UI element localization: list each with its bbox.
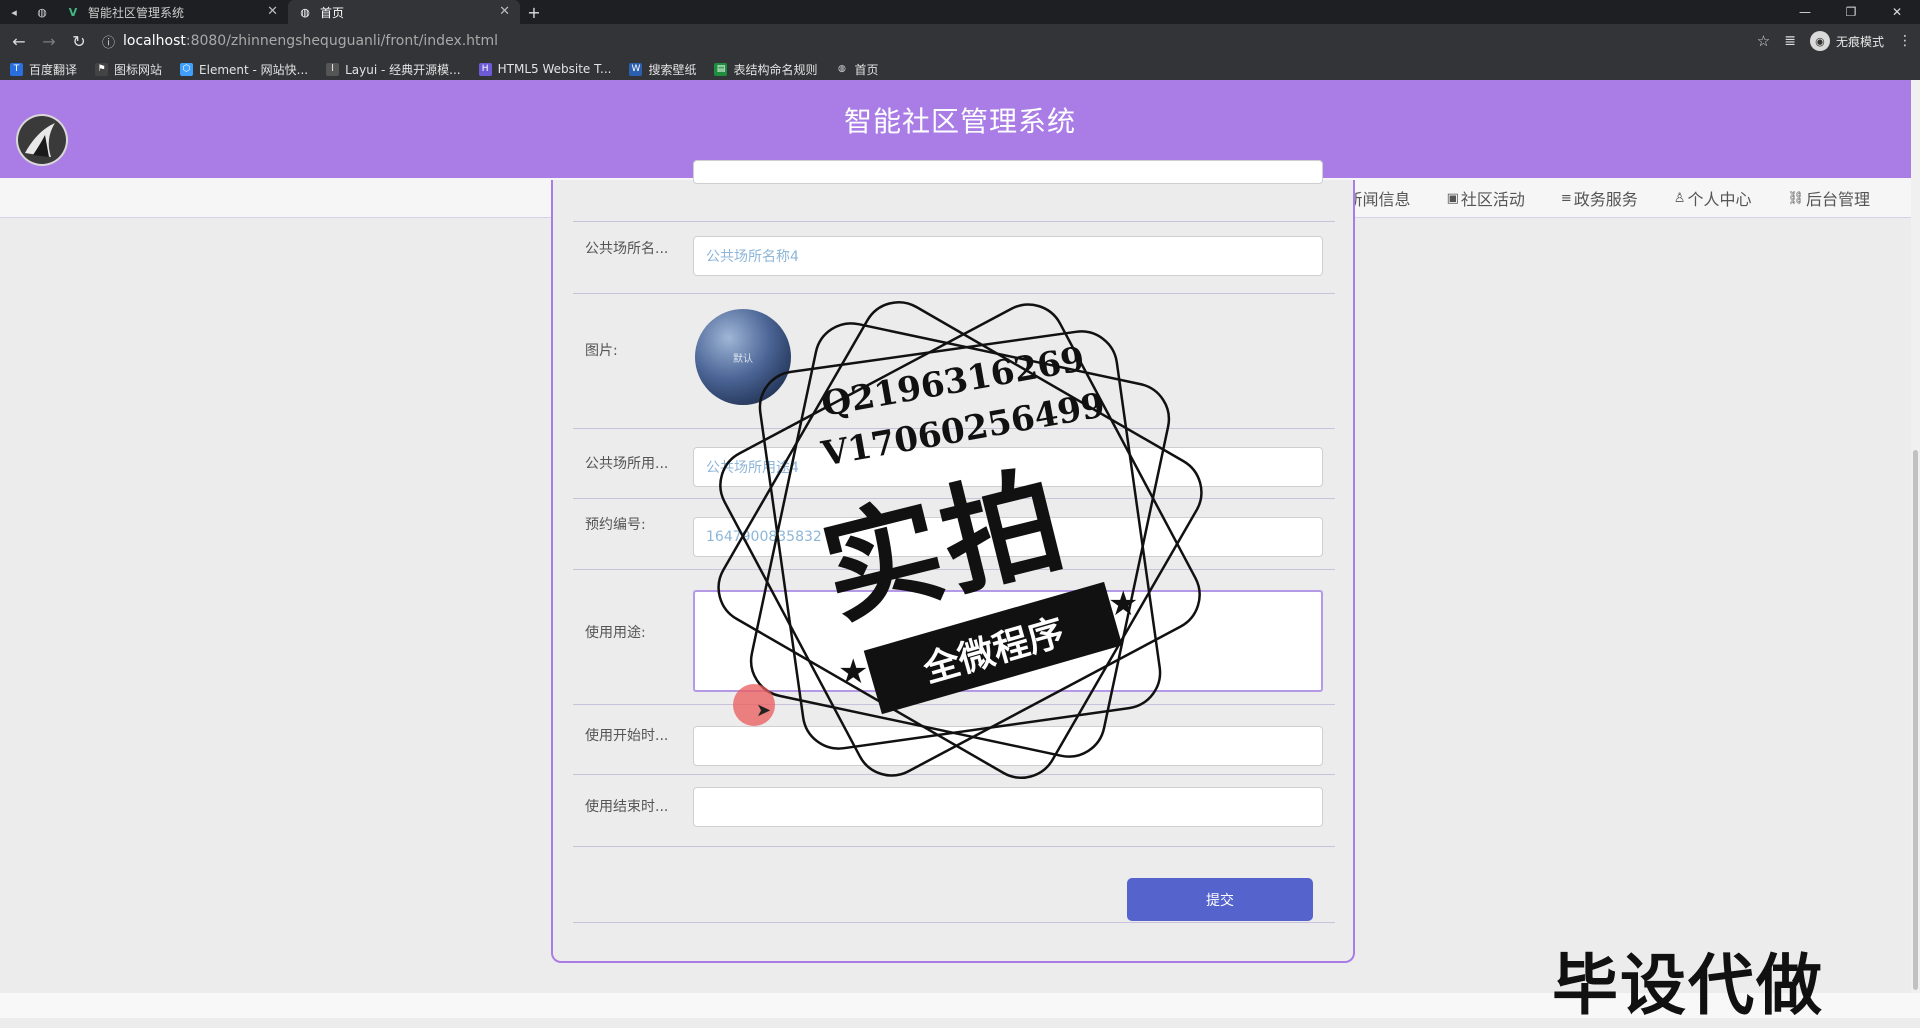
menu-item[interactable]: ▣ 社区活动 — [1435, 180, 1537, 216]
menu-item-label: 新闻信息 — [1346, 190, 1411, 209]
star-icon[interactable]: ☆ — [1757, 32, 1770, 50]
new-tab-button[interactable]: + — [520, 0, 548, 24]
place-name-input[interactable]: 公共场所名称4 — [693, 236, 1323, 276]
menu-item-label: 社区活动 — [1460, 190, 1525, 209]
globe-icon: ◍ — [37, 5, 47, 19]
submit-button[interactable]: 提交 — [1127, 878, 1313, 921]
url-path: :8080/zhinnengshequguanli/front/index.ht… — [185, 33, 499, 49]
user-icon: ♙ — [1673, 190, 1686, 206]
star-icon: ★ — [838, 652, 869, 692]
audio-tab[interactable]: ◂ — [0, 0, 28, 24]
reading-list-icon[interactable]: ≣ — [1784, 33, 1796, 49]
sliders-icon: ≡ — [1560, 190, 1572, 206]
vue-icon: V — [68, 5, 78, 19]
url-field[interactable]: ⓘ localhost:8080/zhinnengshequguanli/fro… — [102, 32, 498, 51]
forward-icon[interactable]: → — [34, 32, 64, 51]
speaker-icon: ◂ — [11, 5, 17, 19]
info-icon[interactable]: ⓘ — [102, 32, 115, 51]
end-time-label: 使用结束时... — [585, 799, 669, 815]
calendar-icon: ▣ — [1446, 190, 1459, 206]
globe-icon: ◍ — [838, 64, 846, 74]
translate-icon: T — [10, 62, 23, 76]
close-icon[interactable]: ✕ — [499, 4, 510, 19]
layui-icon: l — [326, 62, 340, 76]
incognito-badge[interactable]: ◉ 无痕模式 — [1809, 31, 1884, 51]
globe-tab[interactable]: ◍ — [28, 0, 56, 24]
address-bar: ← → ↻ ⓘ localhost:8080/zhinnengshequguan… — [0, 24, 1920, 58]
form-row-top — [573, 160, 1335, 222]
bookmark-item[interactable]: W 搜索壁纸 — [629, 61, 696, 78]
site-title: 智能社区管理系统 — [843, 105, 1076, 138]
scrollbar-thumb[interactable] — [1913, 450, 1918, 990]
booking-no-label: 预约编号: — [585, 517, 646, 533]
menu-item[interactable]: ≡ 政务服务 — [1549, 180, 1650, 216]
tab-home[interactable]: ◍ 首页 ✕ — [288, 0, 520, 24]
tab-title: 智能社区管理系统 — [88, 5, 185, 20]
start-time-input[interactable] — [693, 726, 1323, 766]
html5-icon: H — [478, 62, 492, 76]
form-row-start-time: 使用开始时... — [573, 705, 1335, 775]
bookmark-item[interactable]: H HTML5 Website T... — [478, 62, 611, 76]
globe-icon: ◍ — [300, 5, 310, 19]
element-icon: ⬡ — [180, 62, 194, 76]
address-actions: ☆ ≣ ◉ 无痕模式 ⋮ — [1757, 24, 1920, 58]
window-controls: — ❐ ✕ — [1782, 0, 1920, 24]
restore-icon[interactable]: ❐ — [1828, 0, 1874, 24]
browser-tabbar: ◂ ◍ V 智能社区管理系统 ✕ ◍ 首页 ✕ + — ❐ ✕ — [0, 0, 1920, 24]
watermark-corner-text: 毕设代做 — [1552, 947, 1824, 1024]
reload-icon[interactable]: ↻ — [64, 32, 94, 51]
menu-item-label: 后台管理 — [1805, 190, 1870, 209]
incognito-icon: ◉ — [1809, 31, 1830, 51]
end-time-input[interactable] — [693, 787, 1323, 827]
menu-item-label: 个人中心 — [1687, 190, 1752, 209]
bookmark-item[interactable]: ⚑ 图标网站 — [95, 61, 162, 78]
start-time-label: 使用开始时... — [585, 728, 669, 744]
place-image: 默认 — [695, 309, 791, 405]
bookmark-item[interactable]: l Layui - 经典开源模... — [326, 61, 461, 78]
form-row-place-name: 公共场所名... 公共场所名称4 — [573, 222, 1335, 294]
menu-item-label: 政务服务 — [1573, 190, 1638, 209]
page-scrollbar[interactable] — [1911, 80, 1920, 993]
menu-item[interactable]: ♙ 个人中心 — [1662, 180, 1764, 216]
place-name-label: 公共场所名... — [585, 241, 669, 257]
minimize-icon[interactable]: — — [1782, 0, 1828, 24]
menu-item[interactable]: ⛓ 后台管理 — [1775, 180, 1882, 216]
image-label: 图片: — [585, 343, 618, 359]
more-icon[interactable]: ⋮ — [1898, 33, 1912, 49]
url-host: localhost — [123, 33, 186, 49]
bookmark-item[interactable]: ▤ 表结构命名规则 — [714, 61, 817, 78]
sheet-icon: ▤ — [714, 62, 728, 76]
tab-admin-system[interactable]: V 智能社区管理系统 ✕ — [56, 0, 288, 24]
cursor-icon: ➤ — [756, 700, 772, 721]
previous-field[interactable] — [693, 160, 1323, 184]
back-icon[interactable]: ← — [4, 32, 34, 51]
purpose-label: 使用用途: — [585, 625, 646, 641]
bookmarks-bar: T 百度翻译 ⚑ 图标网站 ⬡ Element - 网站快... l Layui - 经… — [0, 58, 1920, 80]
close-window-icon[interactable]: ✕ — [1874, 0, 1920, 24]
form-row-end-time: 使用结束时... — [573, 775, 1335, 847]
close-icon[interactable]: ✕ — [267, 4, 278, 19]
bookmark-item[interactable]: ⬡ Element - 网站快... — [180, 61, 308, 78]
link-icon: ⛓ — [1787, 190, 1804, 206]
place-use-label: 公共场所用... — [585, 456, 669, 472]
bookmark-item[interactable]: ◍ 首页 — [835, 61, 878, 78]
flag-icon: ⚑ — [95, 62, 109, 76]
wallpaper-icon: W — [629, 62, 643, 76]
star-icon: ★ — [1108, 584, 1139, 624]
bookmark-item[interactable]: T 百度翻译 — [10, 61, 77, 78]
tab-title: 首页 — [320, 5, 345, 20]
incognito-label: 无痕模式 — [1835, 34, 1884, 49]
